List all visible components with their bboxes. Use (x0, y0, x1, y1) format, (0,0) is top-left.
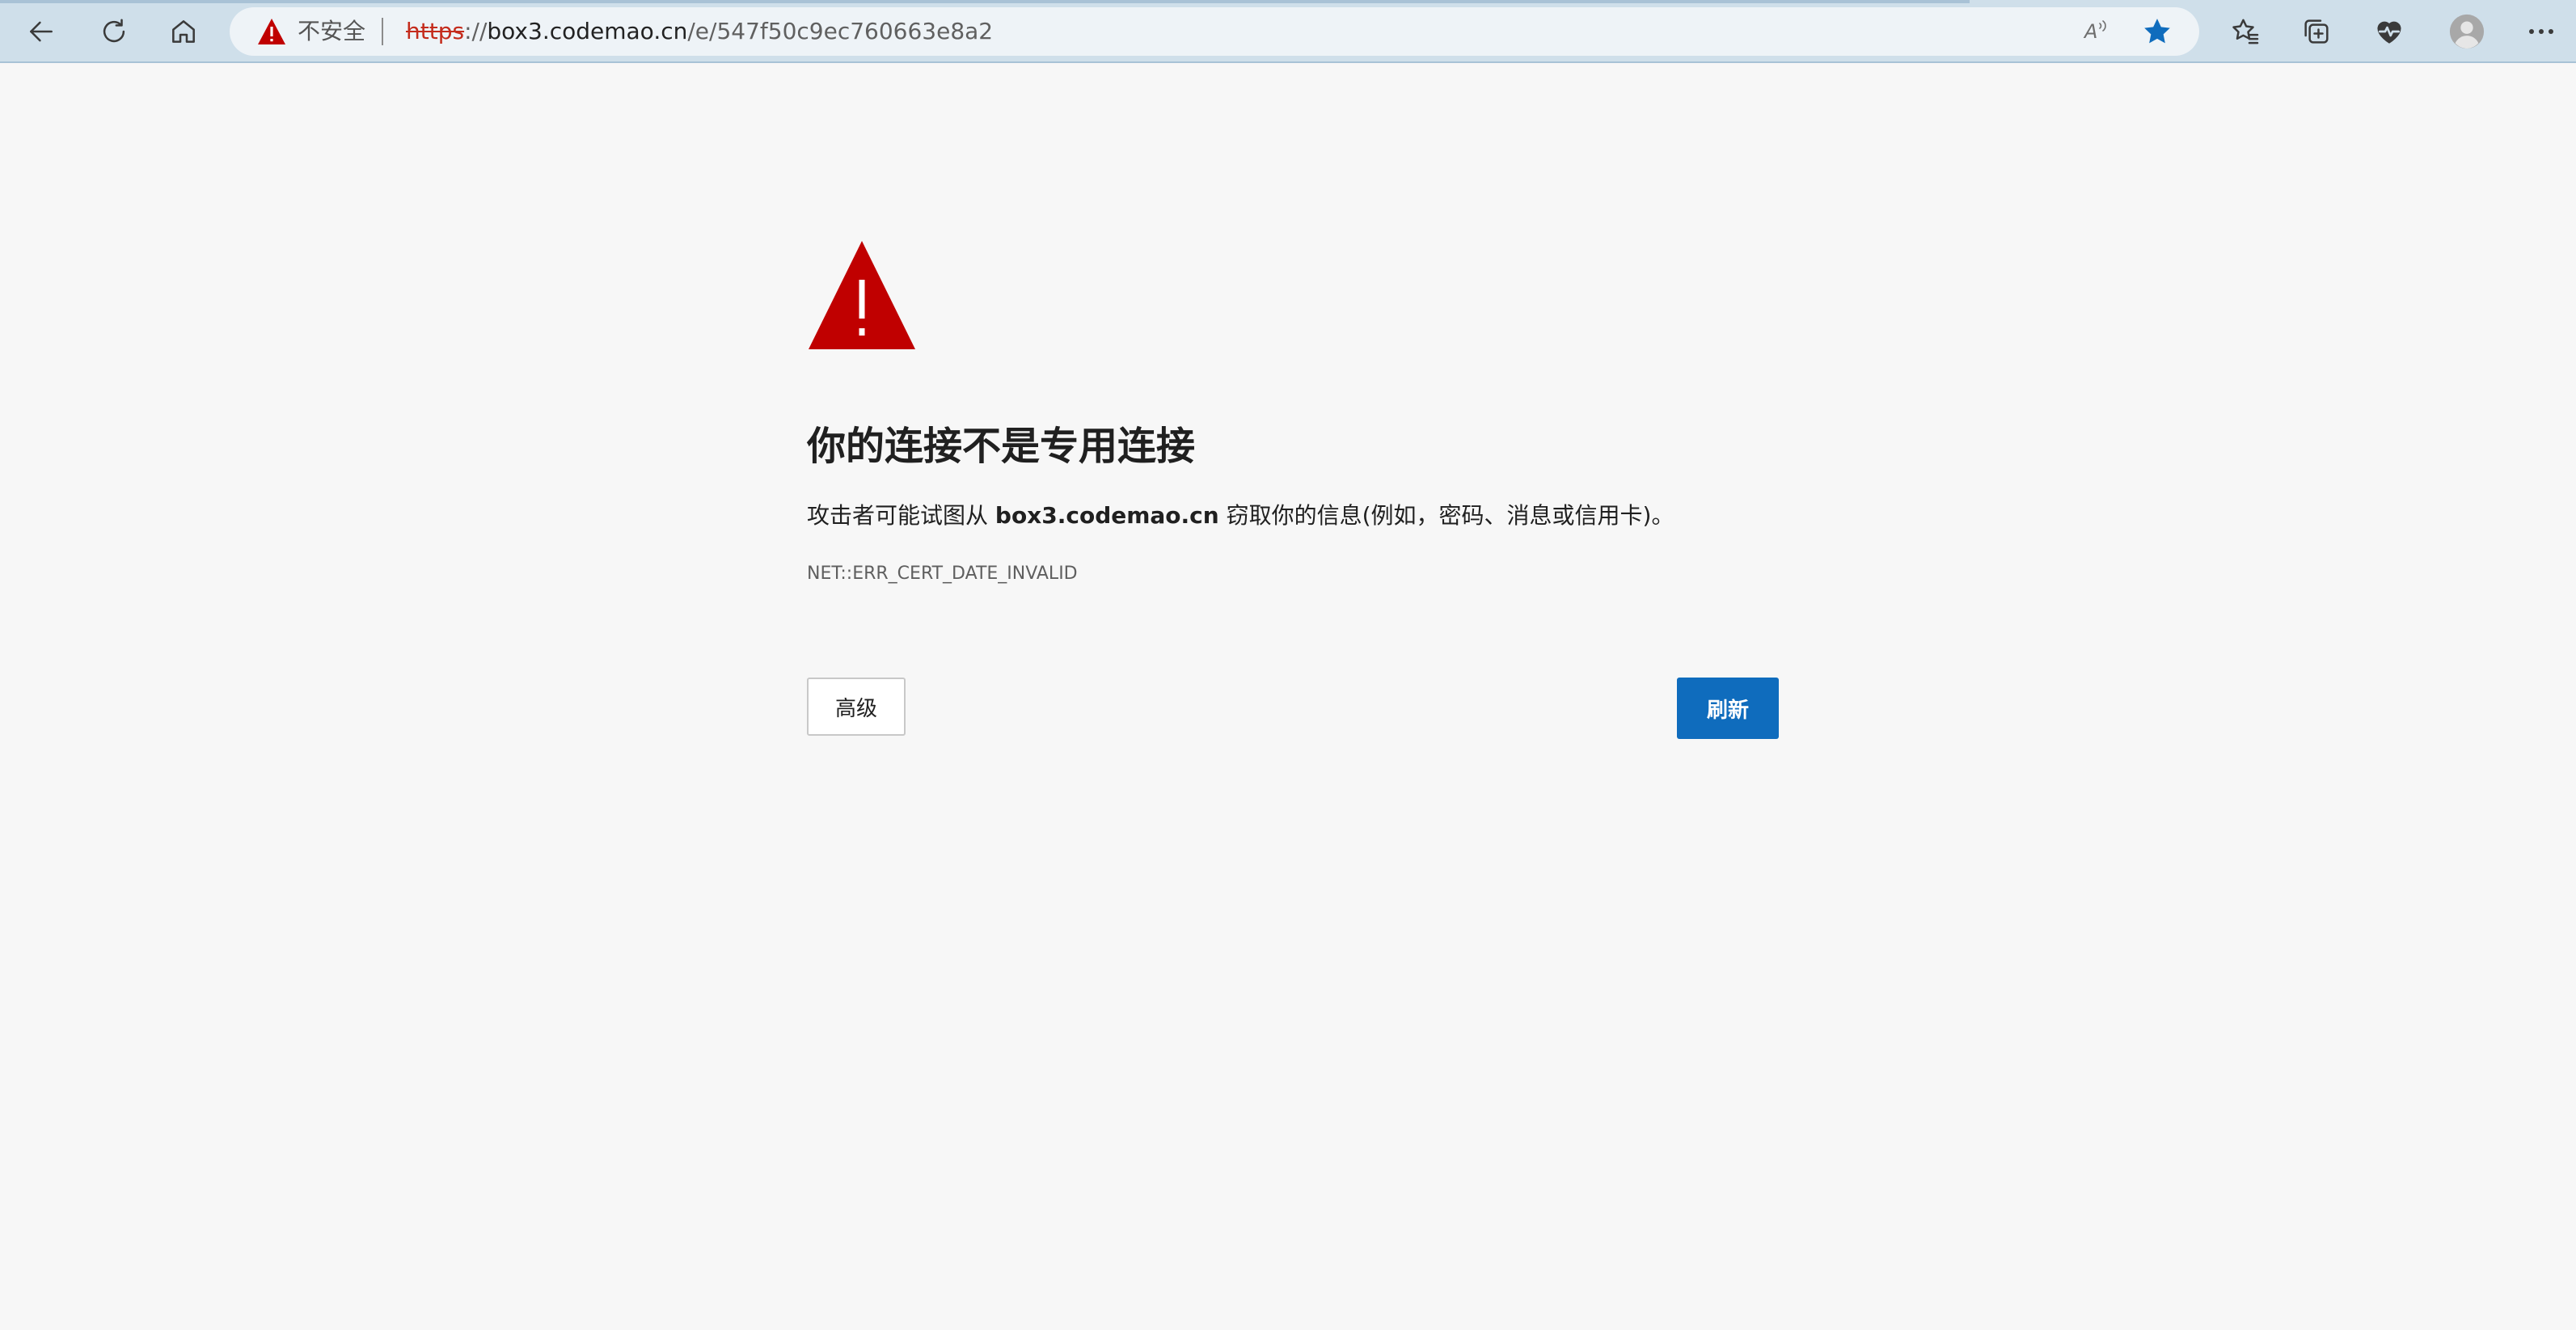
browser-toolbar: 不安全 https://box3.codemao.cn/e/547f50c9ec… (0, 0, 2576, 63)
url-path: /e/547f50c9ec760663e8a2 (687, 18, 994, 44)
url-scheme: https (406, 18, 465, 44)
settings-and-more-button[interactable] (2519, 10, 2563, 53)
home-button[interactable] (162, 10, 205, 53)
collections-icon (2304, 19, 2329, 44)
favorites-button[interactable] (2223, 10, 2267, 53)
address-bar[interactable]: 不安全 https://box3.codemao.cn/e/547f50c9ec… (230, 7, 2199, 56)
star-filled-icon[interactable] (2141, 15, 2173, 48)
url-field[interactable]: https://box3.codemao.cn/e/547f50c9ec7606… (406, 17, 993, 46)
browser-essentials-button[interactable] (2367, 10, 2411, 53)
refresh-button[interactable]: 刷新 (1677, 678, 1779, 739)
back-arrow-icon (30, 21, 53, 42)
profile-avatar-icon (2449, 14, 2485, 49)
address-separator (382, 18, 383, 45)
not-secure-label[interactable]: 不安全 (298, 17, 365, 46)
read-aloud-icon: A (2084, 20, 2098, 43)
refresh-page-button[interactable] (92, 10, 136, 53)
sound-wave-icon (2099, 20, 2107, 32)
description-host: box3.codemao.cn (995, 502, 1219, 529)
heart-pulse-icon (2377, 21, 2401, 44)
collections-button[interactable] (2295, 10, 2338, 53)
profile-button[interactable] (2445, 10, 2489, 53)
back-button[interactable] (19, 10, 63, 53)
page-load-indicator (0, 0, 1970, 3)
error-code: NET::ERR_CERT_DATE_INVALID (807, 564, 1078, 584)
read-aloud-button[interactable]: A (2084, 17, 2117, 46)
url-separator: :// (464, 18, 488, 44)
home-icon (172, 20, 195, 43)
page-title: 你的连接不是专用连接 (807, 424, 1196, 469)
warning-icon[interactable] (257, 18, 286, 45)
error-description: 攻击者可能试图从 box3.codemao.cn 窃取你的信息(例如，密码、消息… (807, 500, 1674, 532)
more-menu-icon (2529, 29, 2553, 34)
advanced-button[interactable]: 高级 (807, 678, 906, 736)
warning-triangle-icon (809, 241, 915, 349)
description-suffix: 窃取你的信息(例如，密码、消息或信用卡)。 (1218, 502, 1674, 529)
refresh-icon (103, 19, 125, 43)
favorites-icon (2232, 19, 2259, 44)
url-host: box3.codemao.cn (487, 18, 688, 44)
description-prefix: 攻击者可能试图从 (807, 502, 995, 529)
